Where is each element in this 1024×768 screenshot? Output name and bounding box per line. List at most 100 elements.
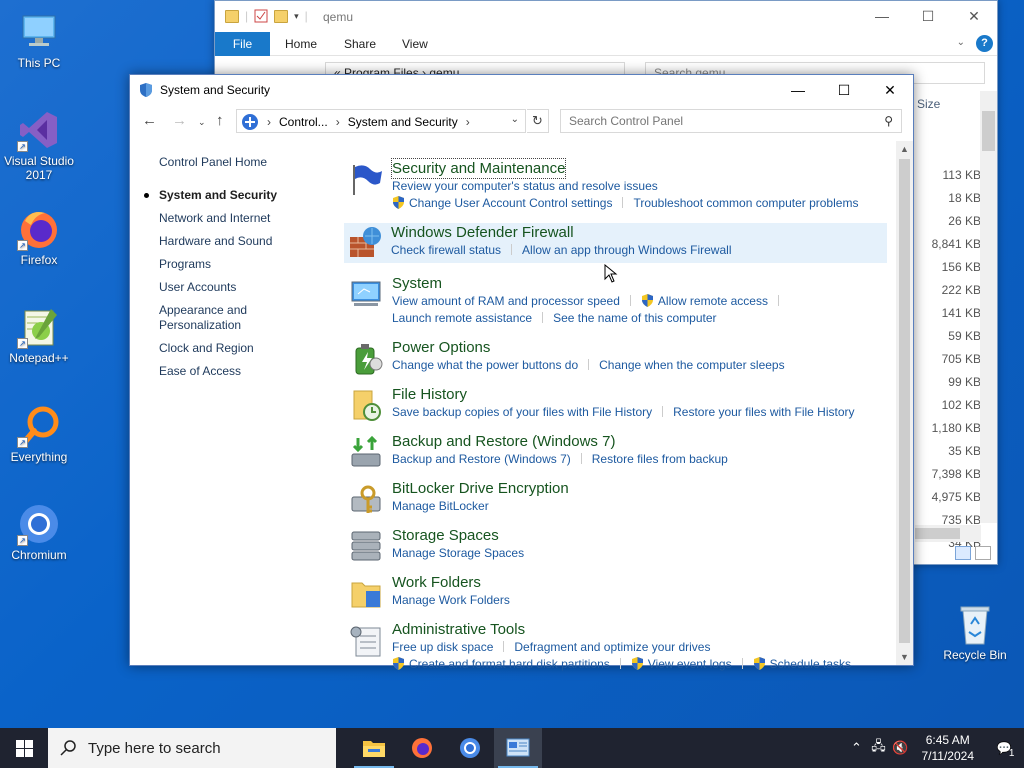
show-hidden-icons-icon[interactable]: ⌃ [846, 740, 868, 756]
category-heading[interactable]: Work Folders [392, 573, 887, 592]
desktop-icon-this-pc[interactable]: This PC [0, 10, 78, 70]
recent-locations-icon[interactable]: ⌄ [198, 117, 206, 128]
address-dropdown-icon[interactable]: ⌄ [511, 114, 519, 125]
category-link[interactable]: Schedule tasks [770, 657, 851, 671]
category-heading[interactable]: Backup and Restore (Windows 7) [392, 432, 887, 451]
category-link[interactable]: View amount of RAM and processor speed [392, 294, 620, 308]
nav-programs[interactable]: Programs [159, 257, 339, 272]
help-icon[interactable]: ? [976, 35, 993, 52]
control-panel-window[interactable]: System and Security — ☐ ✕ ← → ⌄ ↑ › Cont… [129, 74, 914, 671]
taskbar-chromium[interactable] [446, 728, 494, 768]
taskbar-file-explorer[interactable] [350, 728, 398, 768]
volume-muted-icon[interactable]: 🔇 [890, 740, 912, 756]
scroll-thumb[interactable] [982, 111, 995, 151]
nav-network-and-internet[interactable]: Network and Internet [159, 211, 339, 226]
explorer-horizontal-scrollbar[interactable] [915, 525, 981, 542]
maximize-button[interactable]: ☐ [821, 75, 867, 105]
category-link[interactable]: Create and format hard disk partitions [409, 657, 610, 671]
scroll-up-icon[interactable]: ▲ [900, 144, 909, 154]
details-view-icon[interactable] [955, 546, 971, 560]
taskbar-search-box[interactable]: Type here to search [48, 728, 336, 768]
category-link[interactable]: Manage BitLocker [392, 499, 489, 513]
properties-icon[interactable] [254, 9, 268, 23]
customize-toolbar-icon[interactable]: ▾ [294, 11, 299, 22]
network-icon[interactable]: 🖧 [868, 737, 890, 759]
scroll-thumb[interactable] [899, 159, 910, 643]
category-heading[interactable]: Windows Defender Firewall [391, 223, 887, 242]
expand-ribbon-icon[interactable]: ⌄ [957, 37, 965, 48]
close-button[interactable]: ✕ [867, 75, 913, 105]
close-button[interactable]: ✕ [951, 1, 997, 31]
desktop-icon-firefox[interactable]: ↗ Firefox [0, 207, 78, 267]
back-arrow-icon[interactable]: ← [142, 112, 157, 129]
tab-file[interactable]: File [215, 32, 270, 56]
category-link[interactable]: Change what the power buttons do [392, 358, 578, 372]
large-icons-view-icon[interactable] [975, 546, 991, 560]
scroll-thumb[interactable] [915, 528, 960, 539]
refresh-icon[interactable]: ↻ [527, 109, 549, 133]
category-link[interactable]: Launch remote assistance [392, 311, 532, 325]
cp-address-field[interactable]: › Control... › System and Security › ⌄ [236, 109, 526, 133]
new-folder-icon[interactable] [274, 9, 289, 23]
breadcrumb-system-security[interactable]: System and Security [348, 115, 458, 129]
search-input[interactable] [561, 110, 861, 132]
category-heading[interactable]: Power Options [392, 338, 887, 357]
category-heading[interactable]: Administrative Tools [392, 620, 887, 639]
nav-hardware-and-sound[interactable]: Hardware and Sound [159, 234, 339, 249]
forward-arrow-icon[interactable]: → [172, 112, 187, 129]
up-arrow-icon[interactable]: ↑ [216, 112, 224, 129]
category-link[interactable]: Save backup copies of your files with Fi… [392, 405, 652, 419]
tab-view[interactable]: View [402, 37, 428, 51]
category-link[interactable]: Backup and Restore (Windows 7) [392, 452, 571, 466]
category-link[interactable]: Free up disk space [392, 640, 493, 654]
nav-appearance-personalization[interactable]: Appearance and Personalization [159, 303, 269, 333]
category-link[interactable]: Check firewall status [391, 243, 501, 257]
tab-home[interactable]: Home [285, 37, 317, 51]
nav-ease-of-access[interactable]: Ease of Access [159, 364, 339, 379]
desktop-icon-recycle-bin[interactable]: Recycle Bin [936, 602, 1014, 662]
taskbar-firefox[interactable] [398, 728, 446, 768]
minimize-button[interactable]: — [775, 75, 821, 105]
cp-vertical-scrollbar[interactable]: ▲ ▼ [896, 141, 913, 665]
explorer-vertical-scrollbar[interactable] [980, 91, 997, 523]
category-link[interactable]: Troubleshoot common computer problems [633, 196, 858, 210]
desktop-icon-notepadpp[interactable]: ↗ Notepad++ [0, 305, 78, 365]
category-heading[interactable]: File History [392, 385, 887, 404]
category-link[interactable]: Allow an app through Windows Firewall [522, 243, 731, 257]
category-link[interactable]: Restore files from backup [592, 452, 728, 466]
maximize-button[interactable]: ☐ [905, 1, 951, 31]
minimize-button[interactable]: — [859, 1, 905, 31]
cp-titlebar[interactable]: System and Security — ☐ ✕ [130, 75, 913, 105]
nav-clock-and-region[interactable]: Clock and Region [159, 341, 339, 356]
category-link[interactable]: Defragment and optimize your drives [514, 640, 710, 654]
taskbar-control-panel[interactable] [494, 728, 542, 768]
desktop-icon-everything[interactable]: ↗ Everything [0, 404, 78, 464]
nav-control-panel-home[interactable]: Control Panel Home [159, 155, 339, 170]
category-link[interactable]: See the name of this computer [553, 311, 716, 325]
category-heading[interactable]: BitLocker Drive Encryption [392, 479, 887, 498]
notification-center-icon[interactable]: 💬 1 [984, 741, 1024, 759]
category-heading[interactable]: System [392, 274, 887, 293]
category-link[interactable]: View event logs [648, 657, 732, 671]
category-link[interactable]: Change User Account Control settings [409, 196, 612, 210]
breadcrumb-control-panel[interactable]: Control... [279, 115, 328, 129]
clock[interactable]: 6:45 AM 7/11/2024 [922, 732, 975, 764]
desktop-icon-chromium[interactable]: ↗ Chromium [0, 502, 78, 562]
category-link[interactable]: Restore your files with File History [673, 405, 854, 419]
cp-search-box[interactable]: ⚲ [560, 109, 902, 133]
nav-system-and-security[interactable]: System and Security [144, 188, 339, 203]
category-link[interactable]: Allow remote access [658, 294, 768, 308]
scroll-down-icon[interactable]: ▼ [900, 652, 909, 662]
column-header-size[interactable]: Size [917, 97, 940, 111]
start-button[interactable] [0, 728, 48, 768]
category-link[interactable]: Change when the computer sleeps [599, 358, 784, 372]
tab-share[interactable]: Share [344, 37, 376, 51]
explorer-titlebar[interactable]: | ▾ | qemu — ☐ ✕ [215, 1, 997, 32]
category-heading[interactable]: Storage Spaces [392, 526, 887, 545]
category-heading[interactable]: Security and Maintenance [390, 158, 567, 179]
desktop-icon-visual-studio[interactable]: ↗ Visual Studio 2017 [0, 108, 78, 182]
category-link[interactable]: Manage Work Folders [392, 593, 510, 607]
search-icon[interactable]: ⚲ [884, 114, 893, 128]
category-link[interactable]: Review your computer's status and resolv… [392, 179, 658, 193]
nav-user-accounts[interactable]: User Accounts [159, 280, 339, 295]
